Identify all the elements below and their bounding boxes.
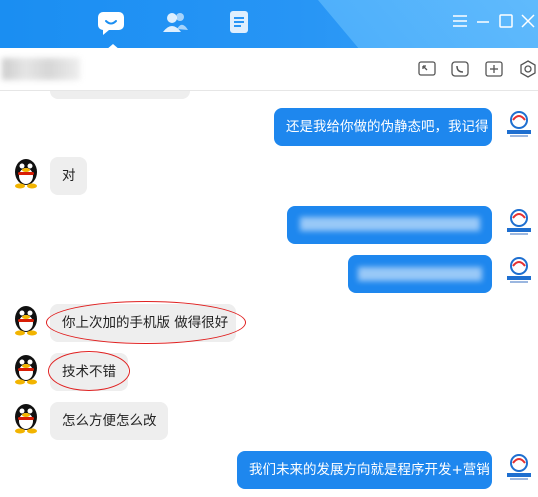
minimize-icon[interactable] (474, 12, 492, 30)
outgoing-message[interactable]: 我们未来的发展方向就是程序开发+营销 (237, 451, 492, 489)
penguin-avatar[interactable] (11, 353, 41, 385)
settings-icon[interactable] (518, 59, 538, 79)
highlight-ellipse (46, 301, 246, 344)
previous-message-edge (50, 91, 190, 99)
redacted-text (300, 217, 480, 231)
redacted-text (358, 267, 482, 281)
company-logo-avatar[interactable] (504, 452, 534, 482)
title-bar (0, 0, 538, 48)
chat-bubble-icon[interactable] (96, 9, 126, 48)
highlight-ellipse (48, 351, 130, 391)
maximize-icon[interactable] (497, 12, 515, 30)
phone-icon[interactable] (450, 59, 470, 79)
penguin-avatar[interactable] (11, 304, 41, 336)
contacts-icon[interactable] (160, 9, 190, 37)
penguin-avatar[interactable] (11, 402, 41, 434)
menu-icon[interactable] (451, 12, 469, 30)
screenshot-icon[interactable] (417, 59, 437, 79)
company-logo-avatar[interactable] (504, 207, 534, 237)
close-icon[interactable] (519, 12, 537, 30)
message-list[interactable]: 还是我给你做的伪静态吧，我记得 对 你上次加的手机版 做得很好 技术不错 怎么方… (0, 91, 538, 497)
document-icon[interactable] (224, 9, 254, 37)
company-logo-avatar[interactable] (504, 109, 534, 139)
contact-name-redacted (2, 58, 80, 80)
penguin-avatar[interactable] (11, 157, 41, 189)
add-icon[interactable] (484, 59, 504, 79)
chat-toolbar (0, 48, 538, 91)
company-logo-avatar[interactable] (504, 255, 534, 285)
outgoing-message[interactable]: 还是我给你做的伪静态吧，我记得 (274, 108, 492, 146)
incoming-message[interactable]: 怎么方便怎么改 (50, 402, 168, 440)
incoming-message[interactable]: 对 (50, 157, 87, 195)
